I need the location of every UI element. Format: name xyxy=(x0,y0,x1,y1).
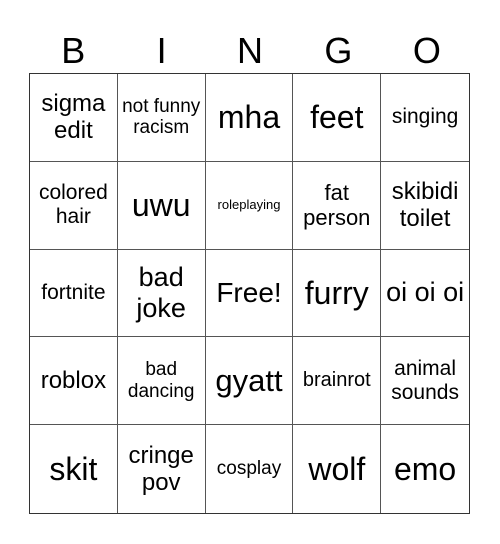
bingo-cell[interactable]: animal sounds xyxy=(381,337,469,426)
bingo-free-cell[interactable]: Free! xyxy=(205,249,294,338)
bingo-cell[interactable]: sigma edit xyxy=(30,74,118,162)
bingo-cell[interactable]: fat person xyxy=(293,161,382,250)
header-letter-g: G xyxy=(324,30,353,71)
bingo-cell[interactable]: fortnite xyxy=(30,249,118,338)
bingo-cell[interactable]: roblox xyxy=(30,337,118,426)
bingo-cell[interactable]: colored hair xyxy=(30,161,118,250)
bingo-cell[interactable]: furry xyxy=(293,249,382,338)
bingo-cell[interactable]: uwu xyxy=(117,161,206,250)
bingo-cell[interactable]: cringe pov xyxy=(118,425,206,513)
bingo-cell[interactable]: brainrot xyxy=(293,337,382,426)
bingo-grid: sigma edit not funny racism mha feet singing… xyxy=(29,73,470,514)
bingo-cell[interactable]: feet xyxy=(293,74,382,162)
bingo-cell[interactable]: mha xyxy=(205,74,294,162)
header-letter-n: N xyxy=(237,30,264,71)
bingo-cell[interactable]: wolf xyxy=(293,425,382,513)
header-letter-i: I xyxy=(156,30,167,71)
bingo-cell[interactable]: bad dancing xyxy=(117,337,206,426)
bingo-cell[interactable]: emo xyxy=(381,425,469,513)
bingo-cell[interactable]: oi oi oi xyxy=(381,250,469,338)
header-letter-o: O xyxy=(412,30,441,71)
bingo-cell[interactable]: singing xyxy=(381,74,469,162)
bingo-cell[interactable]: skit xyxy=(30,425,118,513)
bingo-header: B I N G O xyxy=(29,28,471,73)
bingo-cell[interactable]: bad joke xyxy=(117,249,206,338)
bingo-cell[interactable]: gyatt xyxy=(205,337,294,426)
bingo-cell[interactable]: roleplaying xyxy=(205,161,294,250)
bingo-cell[interactable]: cosplay xyxy=(206,425,294,513)
header-letter-b: B xyxy=(61,30,86,71)
bingo-cell[interactable]: not funny racism xyxy=(117,74,206,162)
bingo-cell[interactable]: skibidi toilet xyxy=(381,162,469,250)
